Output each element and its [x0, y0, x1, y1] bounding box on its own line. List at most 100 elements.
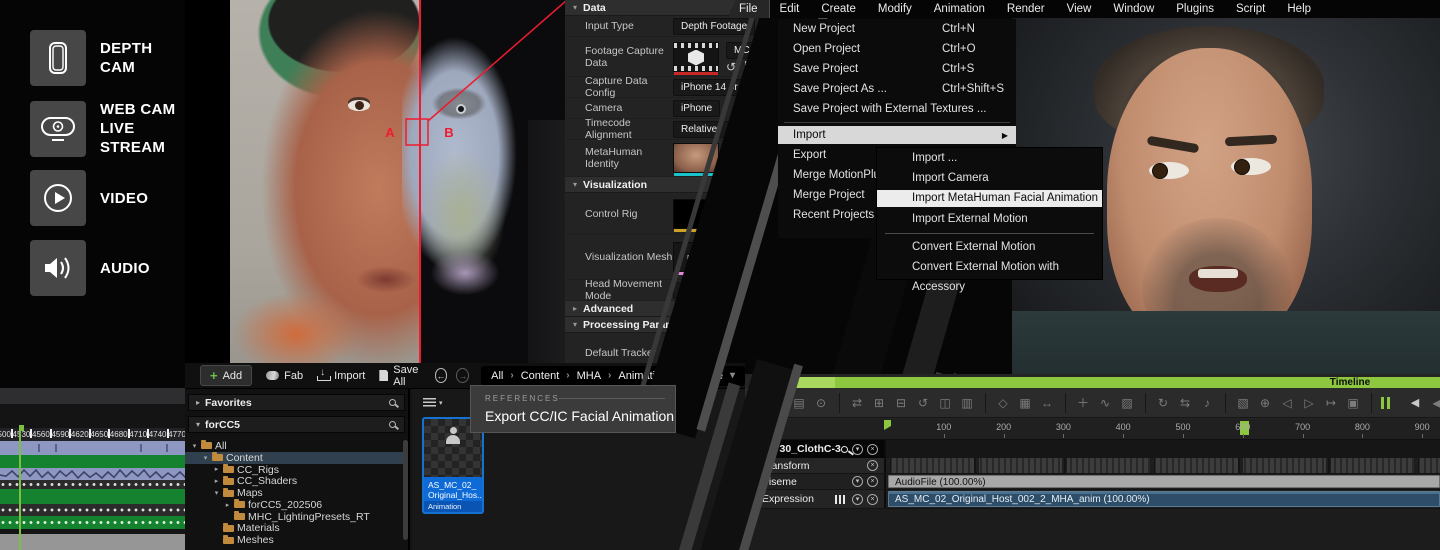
track-row-expression[interactable]: Expression ▾ × AS_MC_02_Original_Host_00… [745, 490, 1440, 509]
clip-dot-track[interactable] [0, 516, 185, 529]
search-icon[interactable] [389, 421, 396, 428]
file-menu-item-save-project-as-[interactable]: Save Project As ...Ctrl+Shift+S [778, 79, 1016, 99]
tree-scrollbar[interactable] [403, 440, 408, 540]
tree-item-cc_shaders[interactable]: ▸CC_Shaders [185, 475, 403, 487]
sidebar-item-audio[interactable]: AUDIO [30, 240, 150, 296]
step-back-icon[interactable]: ◀ [1429, 395, 1440, 411]
timeline-ruler[interactable]: 100200300400500600700800900 [745, 419, 1440, 440]
merge-icon[interactable]: ▦ [1017, 395, 1033, 411]
close-circle-icon[interactable]: × [867, 476, 878, 487]
property-field[interactable]: iPhone [673, 100, 720, 117]
file-menu-item-new-project[interactable]: New ProjectCtrl+N [778, 19, 1016, 39]
file-menu-item-import[interactable]: Import▶ [778, 126, 1016, 144]
audio-clip[interactable]: AudioFile (100.00%) [888, 475, 1440, 488]
clip-track[interactable] [0, 455, 185, 468]
submenu-item-import-external-motion[interactable]: Import External Motion [877, 209, 1102, 229]
submenu-item-import-[interactable]: Import ... [877, 148, 1102, 168]
scroll-area[interactable] [0, 534, 185, 550]
bars-icon[interactable] [835, 495, 846, 504]
tree-item-mhc_lightingpresets_rt[interactable]: MHC_LightingPresets_RT [185, 511, 403, 523]
tree-arrow-icon[interactable]: ▾ [213, 489, 220, 497]
sidebar-item-depth-cam[interactable]: DEPTH CAM [30, 30, 152, 86]
import-button[interactable]: Import [317, 370, 365, 382]
marker-track[interactable] [0, 441, 185, 455]
file-menu-item-save-project-with-external-textures-[interactable]: Save Project with External Textures ... [778, 99, 1016, 119]
mini-timeline-ruler[interactable]: 4500453045604590462046504680471047404770 [0, 428, 185, 441]
expand-icon[interactable]: ◇ [995, 395, 1011, 411]
search-icon[interactable] [389, 399, 396, 406]
breadcrumb-item-content[interactable]: Content [521, 370, 560, 382]
tree-arrow-icon[interactable]: ▸ [213, 465, 220, 473]
add-clip-icon[interactable]: ⊞ [871, 395, 887, 411]
submenu-item-import-camera[interactable]: Import Camera [877, 168, 1102, 188]
save-all-button[interactable]: Save All [379, 364, 425, 388]
insert-icon[interactable]: ▧ [1235, 395, 1251, 411]
file-menu-item-save-project[interactable]: Save ProjectCtrl+S [778, 59, 1016, 79]
add-button[interactable]: + Add [200, 365, 252, 386]
forward-button[interactable]: → [456, 368, 469, 383]
playhead-line[interactable] [19, 425, 21, 550]
track-row-transform[interactable]: Transform × [745, 458, 1440, 474]
menubar-item-window[interactable]: Window [1102, 0, 1165, 18]
fab-button[interactable]: Fab [266, 370, 303, 382]
menubar-item-create[interactable]: Create [810, 0, 867, 18]
menubar-item-modify[interactable]: Modify [867, 0, 923, 18]
menubar-item-edit[interactable]: Edit [769, 0, 811, 18]
submenu-item-convert-external-motion[interactable]: Convert External Motion [877, 237, 1102, 257]
menubar-item-render[interactable]: Render [996, 0, 1056, 18]
key-icon[interactable] [841, 446, 848, 453]
clip-track[interactable] [0, 489, 185, 504]
fit-range-icon[interactable]: ↔ [1039, 395, 1055, 411]
menubar-item-script[interactable]: Script [1225, 0, 1276, 18]
next-tri-icon[interactable]: ▷ [1301, 395, 1317, 411]
filter-icon[interactable] [423, 398, 436, 407]
favorites-header[interactable]: ▸ Favorites [188, 394, 405, 411]
skip-start-icon[interactable]: ◀ [1407, 395, 1423, 411]
music-icon[interactable]: ♪ [1199, 395, 1215, 411]
fit-icon[interactable]: ↦ [1323, 395, 1339, 411]
sidebar-item-web-cam[interactable]: WEB CAM LIVE STREAM [30, 100, 185, 157]
range-icon[interactable]: ▥ [959, 395, 975, 411]
move-clip-icon[interactable]: ⇄ [849, 395, 865, 411]
menubar-item-help[interactable]: Help [1276, 0, 1322, 18]
key-edit-icon[interactable]: ⊙ [813, 395, 829, 411]
tree-item-content[interactable]: ▾Content [185, 452, 403, 464]
curve-icon[interactable]: ∿ [1097, 395, 1113, 411]
waveform-track[interactable] [0, 468, 185, 480]
property-field[interactable]: Depth Footage [673, 18, 755, 35]
loop-icon[interactable]: ↻ [1155, 395, 1171, 411]
tree-item-cc_rigs[interactable]: ▸CC_Rigs [185, 464, 403, 476]
submenu-item-import-metahuman-facial-animation-[interactable]: Import MetaHuman Facial Animation ... [877, 190, 1102, 207]
add-key-icon[interactable]: ＋ [1075, 395, 1091, 411]
tree-item-maps[interactable]: ▾Maps [185, 487, 403, 499]
track-row-viseme[interactable]: Viseme ▾ × AudioFile (100.00%) [745, 474, 1440, 490]
menubar-item-animation[interactable]: Animation [923, 0, 996, 18]
range-start-flag[interactable] [884, 420, 891, 430]
tree-item-meshes[interactable]: Meshes [185, 534, 403, 546]
undo-clip-icon[interactable]: ↺ [915, 395, 931, 411]
swap-icon[interactable]: ⇆ [1177, 395, 1193, 411]
file-menu-item-open-project[interactable]: Open ProjectCtrl+O [778, 39, 1016, 59]
film-thumbnail[interactable] [673, 42, 719, 72]
keyframe-dot-track[interactable] [0, 504, 185, 516]
animation-clip[interactable]: AS_MC_02_Original_Host_002_2_MHA_anim (1… [888, 491, 1440, 507]
collapse-circle-icon[interactable]: ▾ [852, 494, 863, 505]
export-clip-icon[interactable]: ▣ [1345, 395, 1361, 411]
collapse-circle-icon[interactable]: ▾ [852, 476, 863, 487]
zoom-icon[interactable]: ⊕ [1257, 395, 1273, 411]
breadcrumb-item-all[interactable]: All [491, 370, 503, 382]
close-circle-icon[interactable]: × [867, 494, 878, 505]
menubar-item-view[interactable]: View [1056, 0, 1103, 18]
split-icon[interactable]: ◫ [937, 395, 953, 411]
close-circle-icon[interactable]: × [867, 460, 878, 471]
motion-clip-icon[interactable]: ▨ [1119, 395, 1135, 411]
tree-item-forcc5_202506[interactable]: ▸forCC5_202506 [185, 499, 403, 511]
pause-icon[interactable] [1381, 397, 1391, 409]
tree-arrow-icon[interactable]: ▾ [202, 454, 209, 462]
folder-header[interactable]: ▾ forCC5 [188, 416, 405, 433]
tree-arrow-icon[interactable]: ▾ [191, 442, 198, 450]
tree-item-materials[interactable]: Materials [185, 523, 403, 535]
keyframe-dot-track[interactable] [0, 480, 185, 489]
track-row-cloth[interactable]: _0730_ClothC-3 ▾ × [745, 440, 1440, 458]
tree-arrow-icon[interactable]: ▸ [224, 501, 231, 509]
